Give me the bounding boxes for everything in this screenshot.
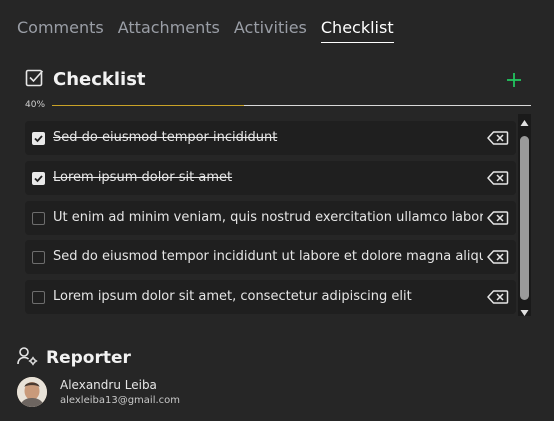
delete-item-button[interactable] bbox=[487, 289, 509, 305]
item-checkbox[interactable] bbox=[32, 251, 45, 265]
tab-checklist[interactable]: Checklist bbox=[320, 18, 394, 43]
plus-icon bbox=[507, 73, 521, 87]
checklist-item: Lorem ipsum dolor sit amet bbox=[25, 160, 516, 195]
reporter-name: Alexandru Leiba bbox=[60, 378, 157, 392]
checklist-title: Checklist bbox=[53, 69, 146, 90]
reporter-email: alexleiba13@gmail.com bbox=[60, 395, 181, 406]
reporter-header: Reporter bbox=[17, 346, 131, 370]
backspace-icon bbox=[487, 171, 509, 185]
item-text: Ut enim ad minim veniam, quis nostrud ex… bbox=[53, 209, 483, 225]
checklist-scrollbar[interactable] bbox=[518, 114, 531, 316]
checklist-items: Sed do eiusmod tempor incididunt Lorem i… bbox=[25, 121, 516, 315]
progress-fill bbox=[52, 105, 244, 106]
scroll-up-arrow-icon[interactable] bbox=[518, 114, 531, 126]
checklist-item: Ut enim ad minim veniam, quis nostrud ex… bbox=[25, 200, 516, 235]
progress-bar bbox=[52, 105, 531, 106]
item-text: Lorem ipsum dolor sit amet bbox=[53, 169, 233, 185]
backspace-icon bbox=[487, 250, 509, 264]
delete-item-button[interactable] bbox=[487, 249, 509, 265]
tab-comments[interactable]: Comments bbox=[17, 18, 104, 43]
checklist-item: Sed do eiusmod tempor incididunt ut labo… bbox=[25, 240, 516, 275]
item-text: Sed do eiusmod tempor incididunt bbox=[53, 130, 278, 145]
checklist-item: Lorem ipsum dolor sit amet, consectetur … bbox=[25, 280, 516, 314]
backspace-icon bbox=[487, 210, 509, 225]
item-checkbox[interactable] bbox=[32, 211, 45, 225]
reporter-title: Reporter bbox=[46, 348, 131, 368]
delete-item-button[interactable] bbox=[487, 170, 509, 186]
item-checkbox[interactable] bbox=[32, 291, 45, 304]
backspace-icon bbox=[487, 290, 509, 304]
progress-label: 40% bbox=[25, 100, 46, 110]
delete-item-button[interactable] bbox=[487, 130, 509, 146]
add-checklist-item-button[interactable] bbox=[505, 71, 523, 89]
checkbox-square-icon bbox=[25, 68, 44, 91]
item-text: Lorem ipsum dolor sit amet, consectetur … bbox=[53, 289, 412, 304]
scroll-down-arrow-icon[interactable] bbox=[518, 304, 531, 316]
checklist-item: Sed do eiusmod tempor incididunt bbox=[25, 121, 516, 155]
tab-activities[interactable]: Activities bbox=[234, 18, 307, 43]
checklist-header: Checklist bbox=[25, 68, 146, 91]
avatar bbox=[17, 377, 47, 407]
user-gear-icon bbox=[17, 346, 38, 370]
item-checkbox[interactable] bbox=[32, 132, 45, 145]
check-icon bbox=[34, 135, 43, 143]
item-checkbox[interactable] bbox=[32, 171, 45, 185]
scrollbar-thumb[interactable] bbox=[520, 136, 529, 300]
tab-bar: Comments Attachments Activities Checklis… bbox=[17, 18, 394, 43]
delete-item-button[interactable] bbox=[487, 210, 509, 226]
check-icon bbox=[34, 175, 43, 183]
backspace-icon bbox=[487, 131, 509, 145]
tab-attachments[interactable]: Attachments bbox=[118, 18, 220, 43]
item-text: Sed do eiusmod tempor incididunt ut labo… bbox=[53, 249, 483, 265]
